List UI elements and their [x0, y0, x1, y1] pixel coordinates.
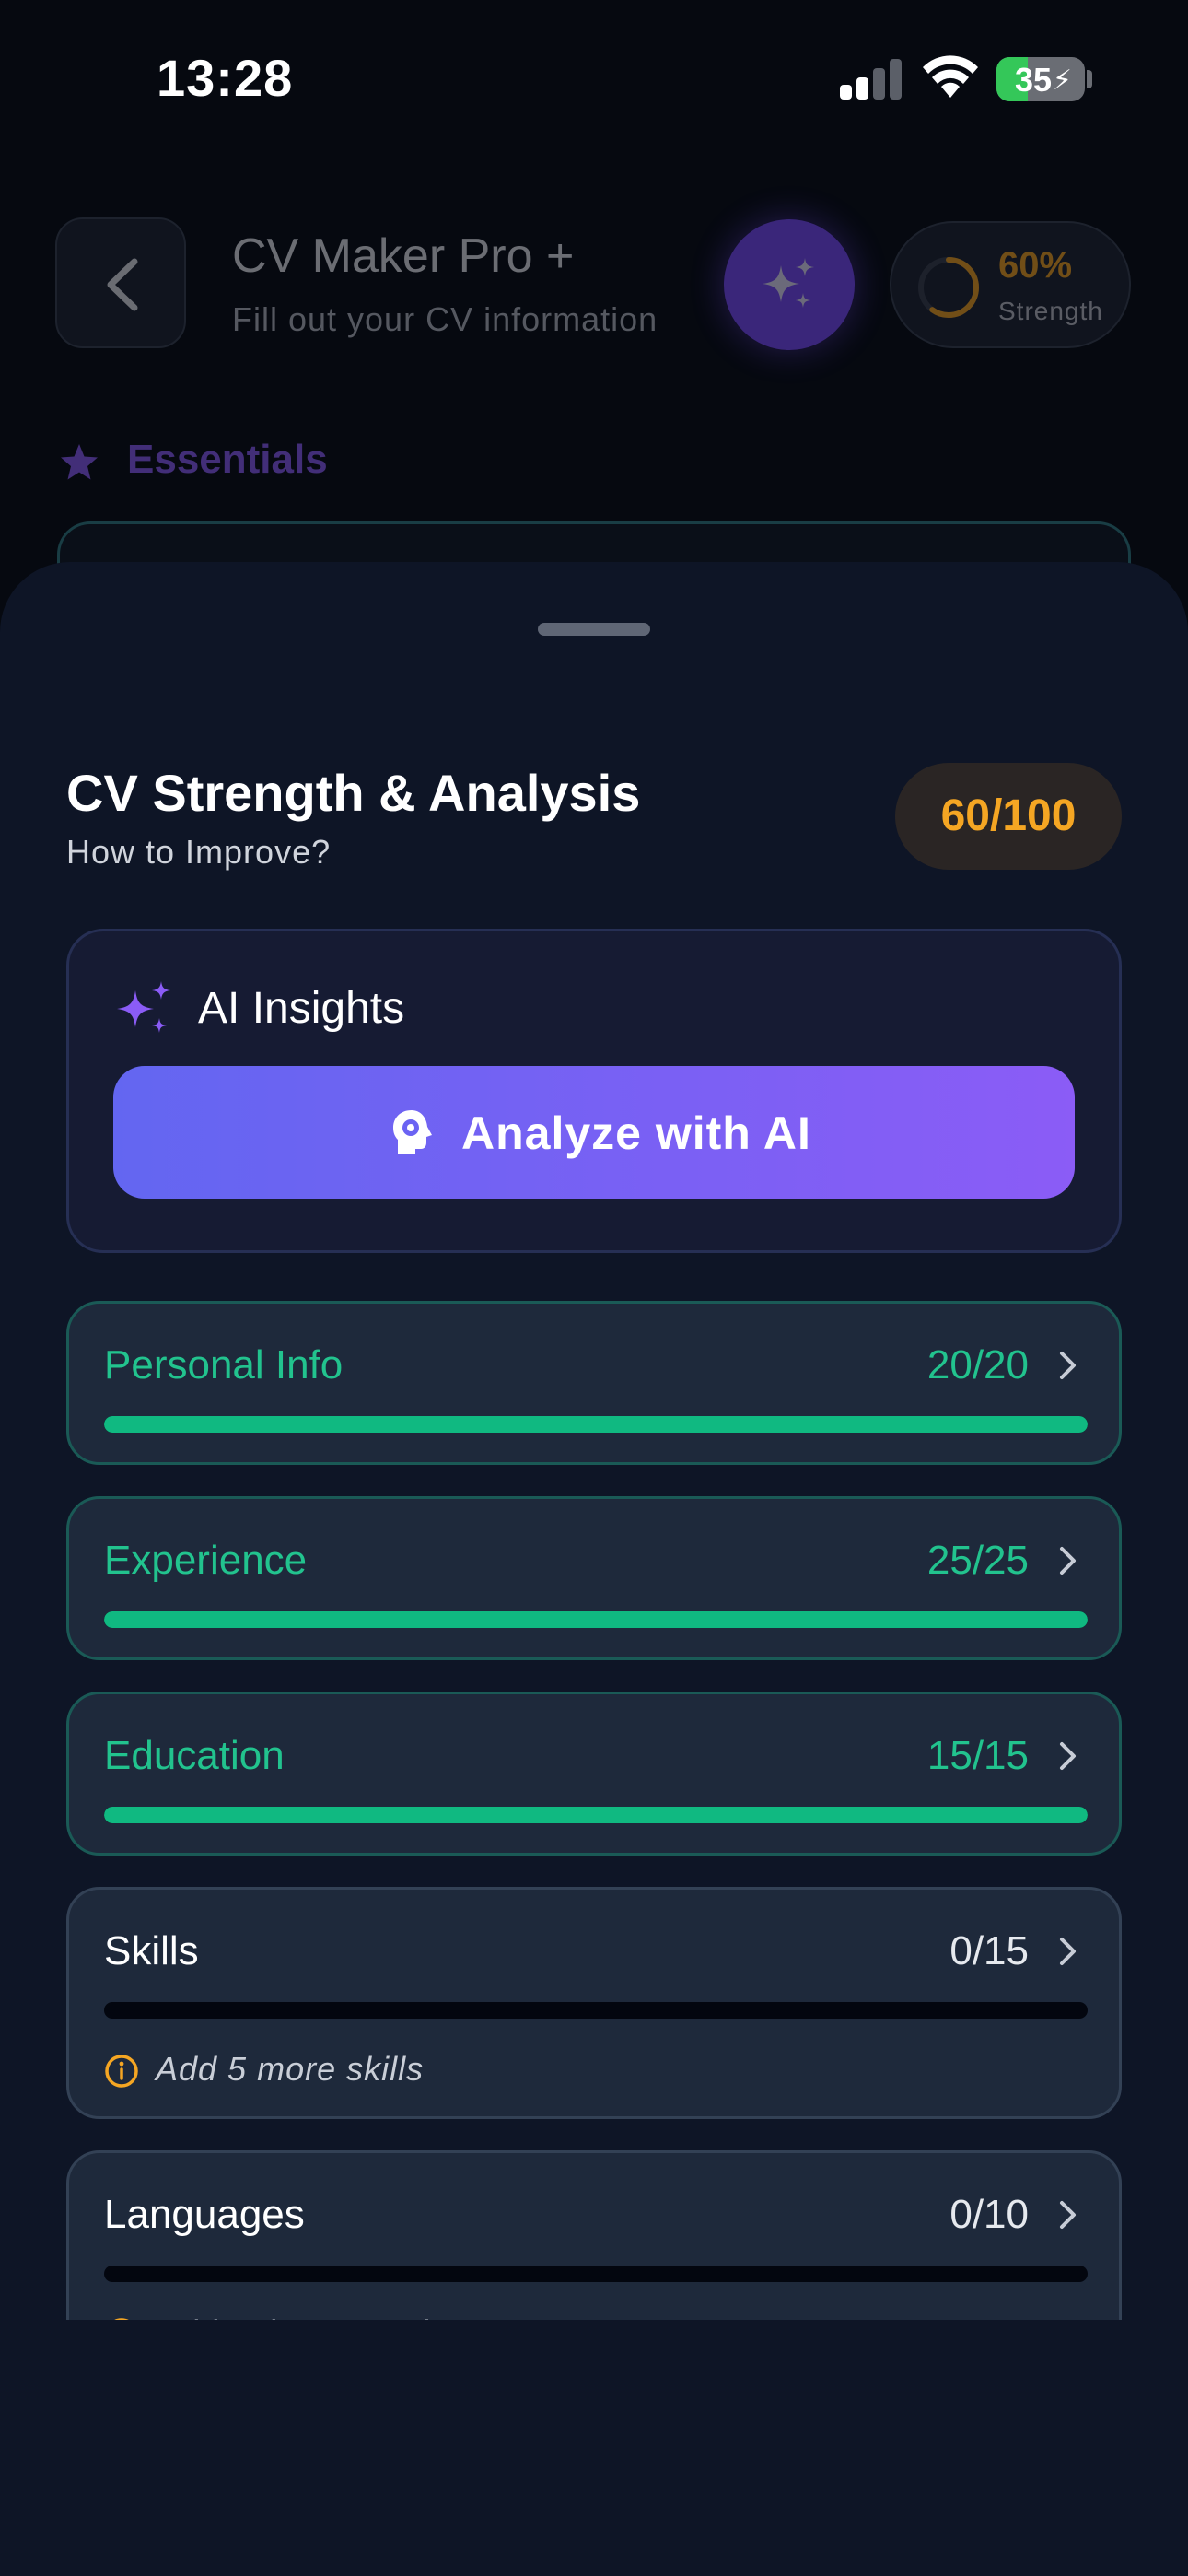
- sheet-subtitle: How to Improve?: [66, 833, 332, 871]
- analyze-button-label: Analyze with AI: [461, 1107, 811, 1159]
- category-name: Languages: [104, 2192, 305, 2237]
- star-icon: [61, 444, 98, 480]
- category-progress-fill: [104, 1416, 1088, 1433]
- category-card[interactable]: Languages 0/10 Add at least one language: [66, 2150, 1122, 2320]
- strength-ring: [918, 257, 979, 318]
- chevron-right-icon: [1060, 1742, 1076, 1770]
- ai-magic-button[interactable]: [724, 219, 855, 350]
- battery-icon: 35 ⚡: [996, 57, 1085, 101]
- chevron-right-icon: [1060, 1938, 1076, 1965]
- app-header: CV Maker Pro + Fill out your CV informat…: [0, 212, 1188, 359]
- category-name: Personal Info: [104, 1342, 344, 1388]
- charging-bolt-icon: ⚡: [1052, 65, 1072, 96]
- category-score: 25/25: [926, 1538, 1029, 1583]
- category-score: 20/20: [926, 1342, 1029, 1388]
- sparkles-icon: [763, 258, 814, 308]
- ai-insights-title: AI Insights: [198, 984, 405, 1033]
- category-card[interactable]: Education 15/15: [66, 1692, 1122, 1856]
- chevron-right-icon: [1060, 2201, 1076, 2229]
- sheet-title: CV Strength & Analysis: [66, 764, 641, 822]
- category-list: Personal Info 20/20 Experience 25/25 Educati…: [66, 1301, 1122, 2320]
- category-score: 15/15: [926, 1733, 1029, 1778]
- category-name: Education: [104, 1733, 285, 1778]
- chevron-right-icon: [1060, 1547, 1076, 1575]
- category-name: Skills: [104, 1928, 199, 1973]
- chevron-right-icon: [1060, 1352, 1076, 1379]
- category-progress-fill: [104, 1611, 1088, 1628]
- category-progress-track: [104, 1807, 1088, 1823]
- category-score: 0/10: [949, 2192, 1029, 2237]
- category-card[interactable]: Personal Info 20/20: [66, 1301, 1122, 1465]
- total-score-badge: 60/100: [895, 763, 1122, 870]
- category-score: 0/15: [949, 1928, 1029, 1973]
- category-progress-fill: [104, 1807, 1088, 1823]
- wifi-icon: [923, 55, 978, 98]
- total-score: 60/100: [940, 791, 1077, 840]
- brain-gear-icon: [393, 1110, 432, 1154]
- category-progress-track: [104, 2002, 1088, 2019]
- category-progress-track: [104, 1611, 1088, 1628]
- sparkles-icon: [117, 981, 170, 1033]
- info-icon: [114, 2318, 129, 2320]
- strength-percentage: 60%: [998, 245, 1073, 286]
- app-subtitle: Fill out your CV information: [232, 300, 658, 338]
- sheet-grabber[interactable]: [538, 623, 650, 636]
- strength-label: Strength: [998, 297, 1103, 325]
- chevron-left-icon: [107, 258, 138, 311]
- category-progress-track: [104, 1416, 1088, 1433]
- category-progress-track: [104, 2266, 1088, 2282]
- category-card[interactable]: Skills 0/15 Add 5 more skills: [66, 1887, 1122, 2119]
- strength-indicator[interactable]: 60% Strength: [890, 221, 1131, 348]
- status-time: 13:28: [157, 49, 294, 107]
- status-bar: 13:28 35 ⚡: [0, 0, 1188, 147]
- app-title: CV Maker Pro +: [232, 229, 575, 283]
- category-name: Experience: [104, 1538, 308, 1583]
- analysis-bottom-sheet: CV Strength & Analysis How to Improve? 6…: [0, 562, 1188, 2576]
- back-button[interactable]: [55, 217, 186, 348]
- info-icon: [105, 2055, 138, 2088]
- category-hint-text: Add 5 more skills: [156, 2050, 425, 2088]
- battery-nub: [1087, 70, 1092, 88]
- category-hint-text: Add at least one language: [156, 2313, 564, 2320]
- category-card[interactable]: Experience 25/25: [66, 1496, 1122, 1660]
- analyze-with-ai-button[interactable]: Analyze with AI: [113, 1066, 1075, 1199]
- cellular-signal-icon: [840, 59, 904, 100]
- section-label: Essentials: [127, 437, 328, 482]
- ai-insights-card: AI Insights Analyze with AI: [66, 929, 1122, 1253]
